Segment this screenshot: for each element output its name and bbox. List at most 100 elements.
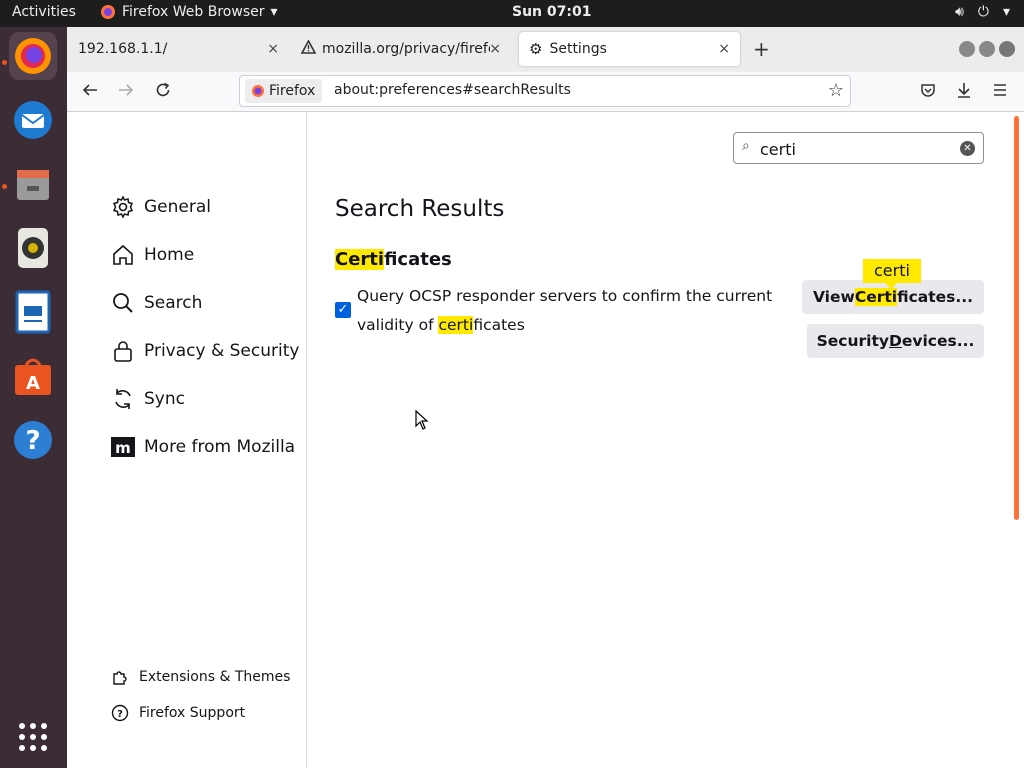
dock-files[interactable] (9, 160, 57, 208)
close-window-button[interactable] (999, 41, 1015, 57)
pocket-button[interactable] (920, 82, 936, 103)
page-title: Search Results (335, 196, 505, 222)
writer-icon (15, 290, 51, 334)
search-highlight: certi (438, 316, 474, 334)
ocsp-suffix: ficates (473, 316, 525, 334)
close-icon[interactable]: × (267, 41, 279, 57)
tab-router[interactable]: 192.168.1.1/ × (67, 32, 289, 66)
firefox-icon (252, 85, 264, 97)
running-indicator (2, 60, 7, 65)
arrow-left-icon (82, 84, 97, 96)
files-icon (17, 170, 49, 200)
software-icon: A (15, 358, 51, 395)
tab-title: mozilla.org/privacy/firefc (322, 41, 490, 57)
close-icon[interactable]: × (718, 41, 730, 57)
security-devices-button[interactable]: Security Devices... (807, 324, 984, 358)
dock-software[interactable]: A (9, 352, 57, 400)
menu-button[interactable] (992, 82, 1008, 103)
running-indicator (2, 184, 7, 189)
category-home[interactable]: Home (111, 243, 194, 267)
system-tray[interactable]: 🔊︎ ⏻ ▾ (955, 4, 1010, 20)
search-icon (113, 293, 133, 313)
tab-mozilla-privacy[interactable]: mozilla.org/privacy/firefc × (291, 32, 511, 66)
scrollbar[interactable] (1014, 116, 1019, 520)
chevron-down-icon: ▾ (1002, 4, 1010, 20)
nav-bar: Firefox about:preferences#searchResults … (67, 72, 1024, 112)
star-icon[interactable]: ☆ (828, 80, 844, 101)
mouse-cursor-icon (415, 410, 429, 430)
category-label: Search (144, 293, 203, 313)
ocsp-checkbox[interactable]: ✓ (335, 302, 351, 318)
warning-icon (300, 39, 317, 58)
arrow-right-icon (119, 84, 134, 96)
thunderbird-icon (14, 101, 52, 139)
hamburger-icon (994, 84, 1006, 96)
category-label: More from Mozilla (144, 437, 296, 457)
settings-search-input[interactable] (760, 138, 956, 160)
footer-label: Extensions & Themes (139, 669, 291, 685)
help-icon: ? (14, 421, 52, 459)
show-apps-button[interactable] (9, 713, 57, 761)
url-text: about:preferences#searchResults (334, 82, 571, 98)
button-label: Security (816, 332, 889, 350)
settings-sidebar: General Home Search Privacy & Security S… (67, 112, 307, 768)
button-label: ficates... (897, 288, 974, 306)
app-menu[interactable]: Firefox Web Browser ▾ (100, 4, 278, 20)
category-more-from-mozilla[interactable]: m More from Mozilla (111, 435, 295, 459)
maximize-button[interactable] (979, 41, 995, 57)
category-label: General (144, 197, 211, 217)
identity-box[interactable]: Firefox (245, 79, 323, 103)
button-label: evices... (901, 332, 975, 350)
download-icon (958, 83, 970, 98)
new-tab-button[interactable]: + (753, 37, 770, 61)
svg-text:?: ? (25, 426, 40, 456)
dock-thunderbird[interactable] (9, 96, 57, 144)
dock-firefox[interactable] (9, 32, 57, 80)
tab-title: 192.168.1.1/ (78, 41, 168, 57)
firefox-support-link[interactable]: ? Firefox Support (111, 704, 245, 722)
search-highlight: Certi (335, 249, 385, 270)
firefox-icon (15, 38, 51, 74)
minimize-button[interactable] (959, 41, 975, 57)
power-icon: ⏻ (977, 4, 989, 20)
dock-rhythmbox[interactable] (9, 224, 57, 272)
reload-button[interactable] (155, 82, 171, 103)
puzzle-icon (113, 671, 127, 685)
forward-button[interactable] (118, 82, 134, 103)
category-general[interactable]: General (111, 195, 211, 219)
dock-writer[interactable] (9, 288, 57, 336)
chevron-down-icon: ▾ (270, 4, 278, 20)
category-search[interactable]: Search (111, 291, 202, 315)
svg-text:m: m (115, 439, 131, 457)
ocsp-line1: Query OCSP responder servers to confirm … (357, 287, 773, 305)
home-icon (113, 244, 133, 265)
extensions-themes-link[interactable]: Extensions & Themes (111, 668, 290, 686)
category-label: Home (144, 245, 195, 265)
downloads-button[interactable] (956, 82, 972, 103)
svg-text:?: ? (117, 709, 123, 720)
ocsp-label[interactable]: Query OCSP responder servers to confirm … (357, 282, 777, 340)
rhythmbox-icon (18, 228, 48, 268)
clear-search-icon[interactable]: ✕ (960, 141, 975, 156)
clock[interactable]: Sun 07:01 (512, 4, 591, 20)
back-button[interactable] (82, 82, 98, 103)
activities-button[interactable]: Activities (12, 4, 76, 20)
close-icon[interactable]: × (489, 41, 501, 57)
accesskey-letter: D (888, 332, 902, 350)
svg-text:A: A (26, 373, 40, 394)
tab-settings[interactable]: ⚙ Settings × (519, 32, 740, 66)
help-circle-icon: ? (111, 704, 129, 722)
settings-search-box[interactable]: ⌕ ✕ (733, 132, 984, 164)
footer-label: Firefox Support (139, 705, 246, 721)
heading-rest: ficates (384, 249, 452, 270)
dock: A ? (0, 27, 67, 768)
category-privacy[interactable]: Privacy & Security (111, 339, 299, 363)
volume-icon: 🔊︎ (955, 4, 964, 20)
ocsp-prefix: validity of (357, 316, 439, 334)
top-bar: Activities Firefox Web Browser ▾ Sun 07:… (0, 0, 1024, 27)
category-label: Sync (144, 389, 185, 409)
category-sync[interactable]: Sync (111, 387, 185, 411)
app-name: Firefox Web Browser (122, 4, 265, 20)
dock-help[interactable]: ? (9, 416, 57, 464)
url-bar[interactable]: Firefox about:preferences#searchResults … (239, 75, 851, 107)
